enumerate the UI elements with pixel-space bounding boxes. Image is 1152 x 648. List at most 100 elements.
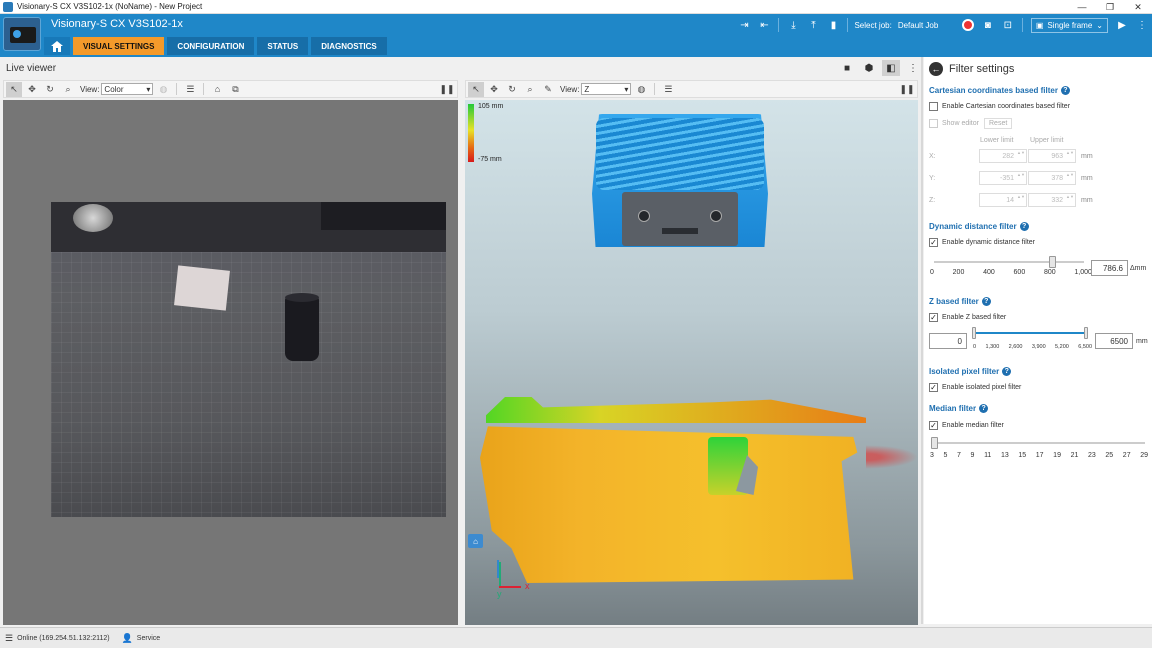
more-menu-icon[interactable]: ⋮ [1132, 15, 1152, 35]
minimize-button[interactable]: — [1068, 0, 1096, 14]
zoom-tool-icon[interactable]: ⌕ [522, 82, 538, 97]
z-lower-input[interactable]: 14 [979, 193, 1027, 207]
y-axis [499, 562, 501, 588]
list-icon[interactable]: ☰ [660, 82, 676, 97]
measure-tool-icon[interactable]: ✎ [540, 82, 556, 97]
view-select-value: Color [104, 84, 124, 94]
sd-card-icon[interactable]: ▮ [823, 15, 843, 35]
viewer-menu-icon[interactable]: ⋮ [904, 60, 922, 76]
help-icon[interactable]: ? [1019, 222, 1029, 231]
save-frame-icon[interactable]: ⊡ [998, 15, 1018, 35]
login-icon[interactable]: ⇥ [734, 15, 754, 35]
slider-thumb[interactable] [1048, 256, 1056, 268]
x-lower-input[interactable]: 282 [979, 149, 1027, 163]
palette-icon[interactable]: ◍ [155, 82, 171, 97]
tab-visual-settings[interactable]: VISUAL SETTINGS [73, 37, 165, 55]
slider-max-thumb[interactable] [1084, 327, 1088, 339]
z-enable-checkbox[interactable]: ✓ Enable Z based filter [929, 313, 1006, 322]
frame-mode-select[interactable]: ▣ Single frame ⌄ [1030, 17, 1108, 33]
colorbar-min-label: -75 mm [478, 156, 502, 163]
window-title: Visionary-S CX V3S102-1x (NoName) - New … [17, 2, 203, 11]
dynamic-distance-input[interactable]: 786.6 [1091, 260, 1128, 276]
help-icon[interactable]: ? [1002, 367, 1012, 376]
snapshot-icon[interactable]: ◙ [978, 15, 998, 35]
view-select-value: Z [584, 84, 590, 94]
fit-view-icon[interactable]: ⧉ [227, 82, 243, 97]
home-view-icon[interactable]: ⌂ [209, 82, 225, 97]
camera-slot [662, 228, 698, 234]
record-button[interactable] [958, 15, 978, 35]
tab-status[interactable]: STATUS [257, 37, 309, 55]
rotate-tool-icon[interactable]: ↻ [504, 82, 520, 97]
z-max-input[interactable]: 6500 [1095, 333, 1133, 349]
pause-icon[interactable]: ❚❚ [899, 82, 915, 97]
camera-lens [710, 210, 722, 222]
pointer-tool-icon[interactable]: ↖ [6, 81, 22, 97]
divider [847, 18, 849, 32]
dynamic-filter-title: Dynamic distance filter ? [929, 222, 1029, 231]
median-kernel-slider[interactable] [931, 437, 1145, 449]
help-icon[interactable]: ? [1060, 86, 1070, 95]
reset-view-button[interactable]: ⌂ [468, 534, 483, 548]
cartesian-enable-checkbox[interactable]: Enable Cartesian coordinates based filte… [929, 102, 1070, 111]
point-cloud-viewer[interactable]: 105 mm -75 mm ⌂ x y [465, 100, 918, 625]
z-min-input[interactable]: 0 [929, 333, 967, 349]
isolated-enable-checkbox[interactable]: ✓ Enable isolated pixel filter [929, 383, 1021, 392]
list-icon[interactable]: ☰ [182, 82, 198, 97]
section-label: Z based filter [929, 297, 979, 306]
back-arrow-icon[interactable]: ← [929, 62, 943, 76]
y-lower-input[interactable]: -351 [979, 171, 1027, 185]
2d-view-icon[interactable]: ■ [838, 60, 856, 76]
camera-lens [638, 210, 650, 222]
logout-icon[interactable]: ⇤ [754, 15, 774, 35]
checkbox-box [929, 119, 938, 128]
help-icon[interactable]: ? [981, 297, 991, 306]
pointer-tool-icon[interactable]: ↖ [468, 81, 484, 97]
checkbox-label: Enable Cartesian coordinates based filte… [942, 103, 1071, 110]
tick-label: 21 [1070, 452, 1079, 459]
app-header: Visionary-S CX V3S102-1x VISUAL SETTINGS… [0, 14, 1152, 57]
show-editor-checkbox[interactable]: Show editor [929, 119, 979, 128]
y-upper-input[interactable]: 378 [1028, 171, 1076, 185]
tab-diagnostics[interactable]: DIAGNOSTICS [311, 37, 387, 55]
point-cloud [480, 397, 918, 583]
color-image-viewer[interactable] [3, 100, 458, 625]
checkbox-box: ✓ [929, 238, 938, 247]
maximize-button[interactable]: ❐ [1096, 0, 1124, 14]
dynamic-distance-slider[interactable] [934, 256, 1084, 268]
z-range-slider[interactable] [972, 327, 1088, 339]
tab-configuration[interactable]: CONFIGURATION [167, 37, 255, 55]
palette-icon[interactable]: ◍ [633, 82, 649, 97]
lower-limit-label: Lower limit [980, 137, 1014, 144]
rotate-tool-icon[interactable]: ↻ [42, 82, 58, 97]
x-upper-input[interactable]: 963 [1028, 149, 1076, 163]
help-icon[interactable]: ? [979, 404, 989, 413]
pan-tool-icon[interactable]: ✥ [24, 82, 40, 97]
slider-thumb[interactable] [931, 437, 938, 449]
view-label: View: [560, 84, 580, 94]
split-view-icon[interactable]: ◧ [882, 60, 900, 76]
pause-icon[interactable]: ❚❚ [439, 82, 455, 97]
reset-button[interactable]: Reset [984, 118, 1013, 129]
main-tabs: VISUAL SETTINGS CONFIGURATION STATUS DIA… [44, 37, 387, 55]
play-icon[interactable]: ▶ [1112, 15, 1132, 35]
section-label: Isolated pixel filter [929, 367, 1000, 376]
median-enable-checkbox[interactable]: ✓ Enable median filter [929, 421, 1004, 430]
pan-tool-icon[interactable]: ✥ [486, 82, 502, 97]
panel-splitter[interactable] [921, 57, 923, 624]
3d-view-icon[interactable]: ⬢ [860, 60, 878, 76]
slider-min-thumb[interactable] [972, 327, 976, 339]
view-select[interactable]: Color ▾ [101, 83, 154, 95]
z-upper-input[interactable]: 332 [1028, 193, 1076, 207]
download-icon[interactable]: ⤓ [783, 15, 803, 35]
home-tab[interactable] [44, 37, 70, 55]
view-select[interactable]: Z ▾ [581, 83, 632, 95]
close-button[interactable]: ✕ [1124, 0, 1152, 14]
tick-label: 0 [973, 344, 977, 350]
zoom-tool-icon[interactable]: ⌕ [60, 82, 76, 97]
view-label: View: [80, 84, 100, 94]
tick-label: 5,200 [1055, 344, 1069, 350]
job-select[interactable]: Default Job [898, 21, 958, 30]
upload-icon[interactable]: ⤒ [803, 15, 823, 35]
dynamic-enable-checkbox[interactable]: ✓ Enable dynamic distance filter [929, 238, 1035, 247]
